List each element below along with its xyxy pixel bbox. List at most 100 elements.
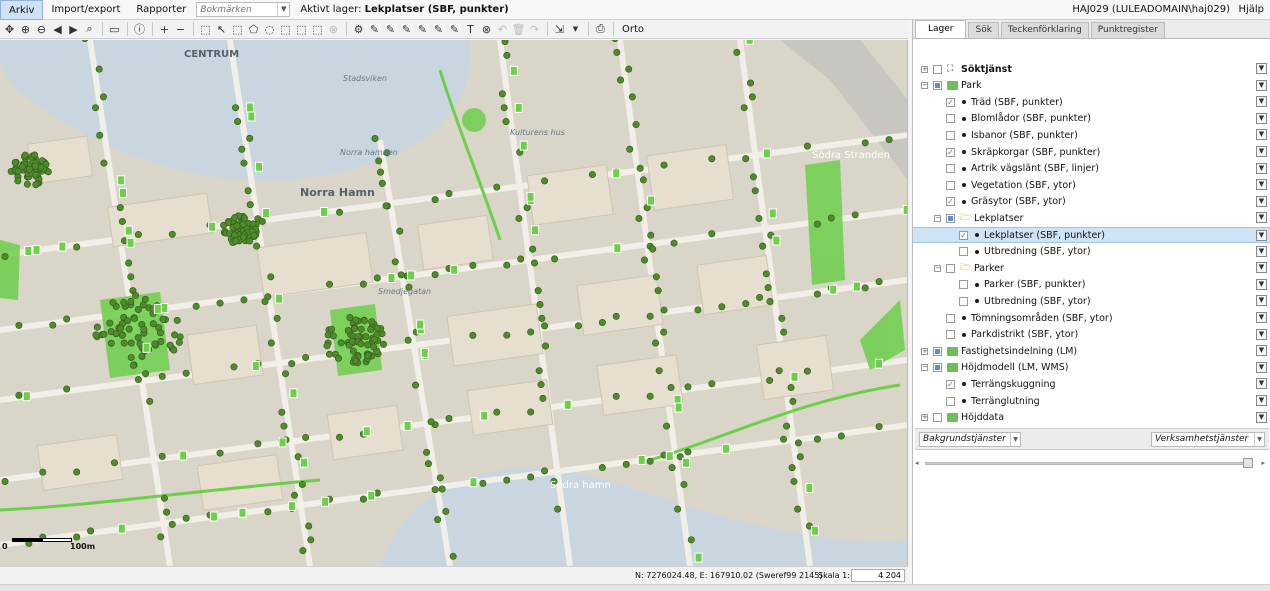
tree-marker[interactable] bbox=[628, 93, 636, 101]
tree-marker[interactable] bbox=[254, 440, 262, 448]
tree-marker[interactable] bbox=[694, 306, 702, 314]
playground-marker[interactable] bbox=[319, 206, 328, 217]
tree-marker[interactable] bbox=[118, 217, 126, 225]
tree-marker[interactable] bbox=[99, 93, 107, 101]
playground-marker[interactable] bbox=[665, 451, 674, 462]
chevron-down-icon[interactable]: ▼ bbox=[1256, 96, 1267, 108]
playground-marker[interactable] bbox=[209, 511, 218, 522]
tree-marker[interactable] bbox=[622, 460, 630, 468]
tree-marker[interactable] bbox=[537, 381, 545, 389]
chevron-down-icon[interactable]: ▼ bbox=[1256, 230, 1267, 241]
tree-marker[interactable] bbox=[21, 151, 29, 159]
layer-row[interactable]: − 🗁 Lekplatser ▼ bbox=[913, 210, 1270, 226]
tree-marker[interactable] bbox=[326, 350, 334, 358]
tree-marker[interactable] bbox=[501, 40, 509, 45]
tab-punktregister[interactable]: Punktregister bbox=[1090, 22, 1165, 38]
tree-marker[interactable] bbox=[326, 280, 334, 288]
playground-marker[interactable] bbox=[407, 270, 416, 281]
tree-marker[interactable] bbox=[32, 181, 40, 189]
tree-marker[interactable] bbox=[445, 414, 453, 422]
playground-marker[interactable] bbox=[811, 525, 820, 536]
tree-marker[interactable] bbox=[239, 220, 247, 228]
layer-checkbox[interactable] bbox=[933, 81, 942, 91]
tree-marker[interactable] bbox=[267, 273, 275, 281]
tree-marker[interactable] bbox=[534, 287, 542, 295]
tree-marker[interactable] bbox=[687, 536, 695, 544]
tree-marker[interactable] bbox=[436, 474, 444, 482]
tree-marker[interactable] bbox=[404, 336, 412, 344]
tree-marker[interactable] bbox=[359, 280, 367, 288]
chevron-down-icon[interactable]: ▼ bbox=[1256, 195, 1267, 207]
tree-marker[interactable] bbox=[813, 220, 821, 228]
tree-marker[interactable] bbox=[813, 290, 821, 298]
tree-marker[interactable] bbox=[469, 331, 477, 339]
tree-marker[interactable] bbox=[280, 422, 288, 430]
tree-marker[interactable] bbox=[427, 418, 435, 426]
tree-marker[interactable] bbox=[438, 485, 446, 493]
tool-dropdown-icon[interactable]: ⇲ bbox=[552, 22, 567, 37]
layer-row[interactable]: Parkdistrikt (SBF, ytor) ▼ bbox=[913, 327, 1270, 343]
layer-row[interactable]: − Park ▼ bbox=[913, 78, 1270, 94]
tree-marker[interactable] bbox=[574, 322, 582, 330]
playground-marker[interactable] bbox=[247, 111, 256, 122]
layer-row[interactable]: ✓ Gräsytor (SBF, ytor) ▼ bbox=[913, 194, 1270, 210]
tree-marker[interactable] bbox=[92, 104, 100, 112]
tree-marker[interactable] bbox=[646, 457, 654, 465]
tree-marker[interactable] bbox=[238, 145, 246, 153]
tree-marker[interactable] bbox=[362, 333, 370, 341]
tree-marker[interactable] bbox=[424, 460, 432, 468]
tree-marker[interactable] bbox=[18, 163, 26, 171]
playground-marker[interactable] bbox=[768, 208, 777, 219]
expand-icon[interactable]: + bbox=[921, 414, 928, 422]
layer-row[interactable]: Isbanor (SBF, punkter) ▼ bbox=[913, 127, 1270, 143]
tree-marker[interactable] bbox=[168, 520, 176, 528]
tree-marker[interactable] bbox=[373, 331, 381, 339]
tree-marker[interactable] bbox=[288, 360, 296, 368]
tree-marker[interactable] bbox=[175, 338, 183, 346]
tree-marker[interactable] bbox=[258, 217, 266, 225]
playground-marker[interactable] bbox=[24, 246, 33, 257]
tree-marker[interactable] bbox=[503, 476, 511, 484]
playground-marker[interactable] bbox=[255, 161, 264, 172]
tree-marker[interactable] bbox=[246, 134, 254, 142]
tree-marker[interactable] bbox=[299, 547, 307, 555]
select-polygon-icon[interactable]: ⬠ bbox=[246, 22, 261, 37]
tree-marker[interactable] bbox=[875, 423, 883, 431]
playground-marker[interactable] bbox=[153, 303, 162, 314]
menu-rapporter[interactable]: Rapporter bbox=[128, 0, 194, 20]
playground-marker[interactable] bbox=[118, 187, 127, 198]
playground-marker[interactable] bbox=[262, 208, 271, 219]
tree-marker[interactable] bbox=[329, 332, 337, 340]
playground-marker[interactable] bbox=[563, 399, 572, 410]
tree-marker[interactable] bbox=[617, 76, 625, 84]
tree-marker[interactable] bbox=[708, 230, 716, 238]
tree-marker[interactable] bbox=[373, 274, 381, 282]
playground-marker[interactable] bbox=[509, 65, 518, 76]
playground-marker[interactable] bbox=[762, 148, 771, 159]
tree-marker[interactable] bbox=[503, 331, 511, 339]
layer-row[interactable]: Utbredning (SBF, ytor) ▼ bbox=[913, 293, 1270, 309]
orto-button[interactable]: Orto bbox=[618, 24, 648, 35]
tree-marker[interactable] bbox=[542, 342, 550, 350]
tree-marker[interactable] bbox=[334, 354, 342, 362]
tree-marker[interactable] bbox=[352, 357, 360, 365]
tree-marker[interactable] bbox=[527, 408, 535, 416]
tree-marker[interactable] bbox=[598, 319, 606, 327]
tree-marker[interactable] bbox=[298, 480, 306, 488]
tree-marker[interactable] bbox=[515, 214, 523, 222]
tree-marker[interactable] bbox=[158, 372, 166, 380]
tree-marker[interactable] bbox=[302, 353, 310, 361]
chevron-down-icon[interactable]: ▼ bbox=[1256, 146, 1267, 157]
tree-marker[interactable] bbox=[1, 253, 9, 261]
tree-marker[interactable] bbox=[733, 48, 741, 56]
tree-marker[interactable] bbox=[244, 187, 252, 195]
tree-marker[interactable] bbox=[780, 435, 788, 443]
tree-marker[interactable] bbox=[232, 237, 240, 245]
playground-marker[interactable] bbox=[22, 391, 31, 402]
layer-checkbox[interactable] bbox=[946, 213, 955, 223]
tree-marker[interactable] bbox=[748, 93, 756, 101]
tree-marker[interactable] bbox=[813, 435, 821, 443]
playground-marker[interactable] bbox=[450, 264, 459, 275]
tree-marker[interactable] bbox=[551, 255, 559, 263]
playground-marker[interactable] bbox=[531, 225, 540, 236]
